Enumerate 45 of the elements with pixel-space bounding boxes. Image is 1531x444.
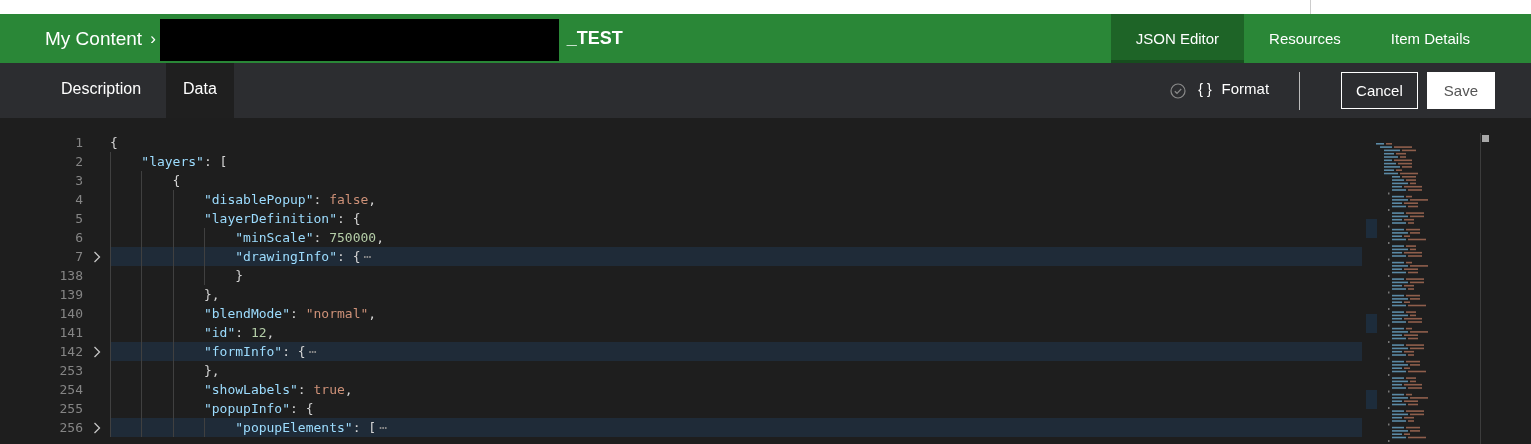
code-line: "minScale": 750000, [110, 228, 1362, 247]
code-line: } [110, 266, 1362, 285]
breadcrumb-separator: › [150, 28, 156, 49]
code-line: "disablePopup": false, [110, 190, 1362, 209]
section-tab[interactable]: Data [166, 63, 234, 118]
header-tab[interactable]: Item Details [1365, 14, 1495, 63]
code-line: "popupInfo": { [110, 399, 1362, 418]
line-number: 255 [58, 401, 83, 416]
code-line: }, [110, 361, 1362, 380]
code-line: }, [110, 285, 1362, 304]
line-number: 139 [58, 287, 83, 302]
chevron-right-icon[interactable] [93, 421, 101, 434]
check-circle-icon [1170, 82, 1187, 99]
code-line: "showLabels": true, [110, 380, 1362, 399]
line-number: 256 [58, 420, 83, 435]
code-line: "id": 12, [110, 323, 1362, 342]
section-tab[interactable]: Description [36, 63, 167, 118]
line-number: 141 [58, 325, 83, 340]
header-tab[interactable]: JSON Editor [1110, 14, 1245, 63]
line-number: 7 [74, 249, 83, 264]
breadcrumb-link[interactable]: My Content [45, 27, 143, 50]
line-number: 254 [58, 382, 83, 397]
code-line: "layerDefinition": { [110, 209, 1362, 228]
line-number: 6 [74, 230, 83, 245]
line-number: 142 [58, 344, 83, 359]
line-number: 3 [74, 173, 83, 188]
line-number: 4 [74, 192, 83, 207]
line-number: 138 [58, 268, 83, 283]
code-line: { [110, 171, 1362, 190]
format-button[interactable]: { } Format [1194, 80, 1274, 101]
line-number: 5 [74, 211, 83, 226]
line-number: 140 [58, 306, 83, 321]
scrollbar-thumb[interactable] [1482, 135, 1489, 142]
line-number: 1 [74, 135, 83, 150]
header-tab[interactable]: Resources [1244, 14, 1366, 63]
save-button[interactable]: Save [1426, 72, 1495, 109]
code-line: { [110, 134, 119, 152]
line-number: 2 [74, 154, 83, 169]
code-line: "blendMode": "normal", [110, 304, 1362, 323]
item-title: _TEST [566, 28, 623, 49]
code-line: "layers": [ [110, 152, 1362, 171]
line-number: 253 [58, 363, 83, 378]
cancel-button[interactable]: Cancel [1341, 72, 1418, 109]
chevron-right-icon[interactable] [93, 345, 101, 358]
chevron-right-icon[interactable] [93, 250, 101, 263]
